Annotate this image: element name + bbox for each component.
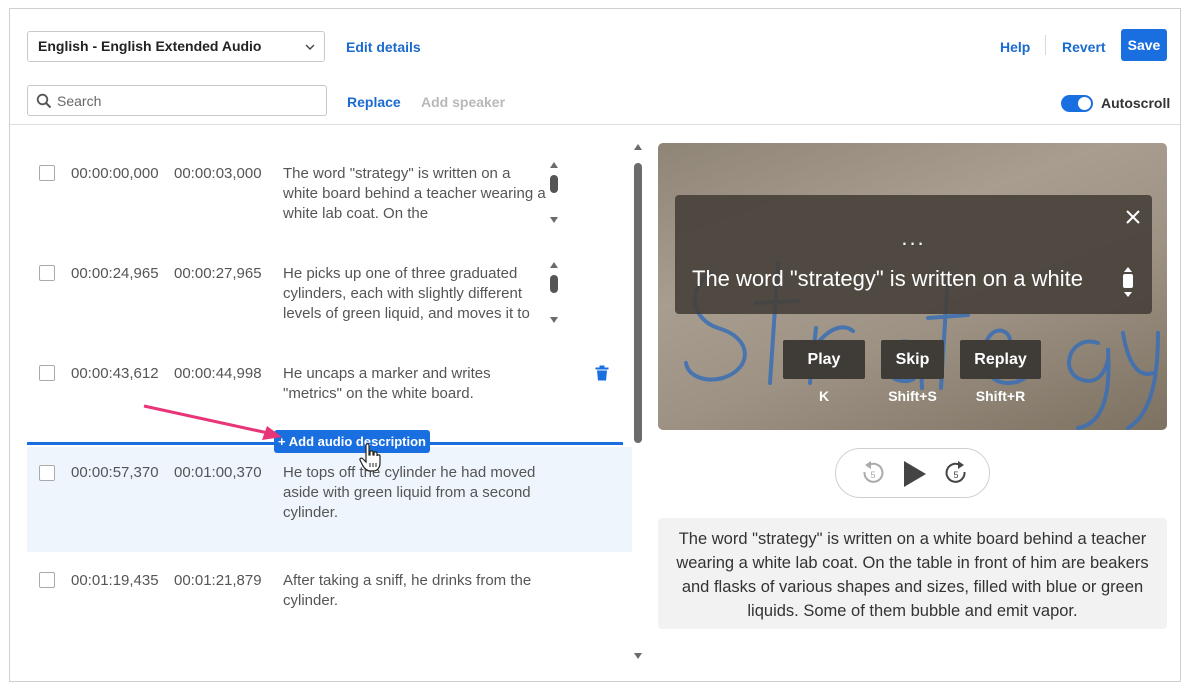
scroll-thumb[interactable]: [550, 275, 558, 293]
search-input[interactable]: Search: [57, 93, 101, 109]
skip-shortcut: Shift+S: [888, 388, 937, 404]
replay-button[interactable]: Replay: [960, 340, 1041, 379]
add-audio-description-button[interactable]: + Add audio description: [274, 430, 430, 453]
hand-cursor-icon: [359, 443, 381, 472]
scroll-up-icon[interactable]: [550, 162, 558, 168]
start-time[interactable]: 00:00:00,000: [71, 165, 159, 182]
end-time[interactable]: 00:00:27,965: [174, 265, 262, 282]
row-scrollbar[interactable]: [548, 162, 560, 223]
scroll-thumb[interactable]: [1123, 274, 1133, 288]
play-button[interactable]: Play: [783, 340, 865, 379]
chevron-down-icon: [305, 44, 315, 50]
play-icon[interactable]: [901, 460, 927, 488]
edit-details-link[interactable]: Edit details: [346, 39, 421, 55]
video-player[interactable]: ... The word "strategy" is written on a …: [658, 143, 1167, 430]
start-time[interactable]: 00:01:19,435: [71, 572, 159, 589]
list-scrollbar[interactable]: [631, 139, 645, 669]
scroll-thumb[interactable]: [550, 175, 558, 193]
row-checkbox[interactable]: [39, 365, 55, 381]
trash-icon[interactable]: [595, 365, 609, 381]
search-icon: [36, 93, 52, 109]
description-text[interactable]: He picks up one of three graduated cylin…: [283, 264, 548, 326]
end-time[interactable]: 00:00:44,998: [174, 365, 262, 382]
overlay-dots: ...: [901, 225, 926, 250]
description-list: 00:00:00,000 00:00:03,000 The word "stra…: [10, 125, 635, 681]
help-link[interactable]: Help: [1000, 39, 1030, 55]
description-text[interactable]: He tops off the cylinder he had moved as…: [283, 463, 548, 523]
rewind-seconds: 5: [870, 470, 875, 480]
start-time[interactable]: 00:00:57,370: [71, 464, 159, 481]
caption-scrollbar[interactable]: [1122, 267, 1134, 297]
add-speaker-link[interactable]: Add speaker: [421, 94, 505, 110]
autoscroll-toggle[interactable]: [1061, 95, 1093, 112]
editor-frame: English - English Extended Audio Edit de…: [9, 8, 1181, 682]
description-text[interactable]: The word "strategy" is written on a whit…: [283, 164, 548, 226]
scroll-down-icon[interactable]: [550, 217, 558, 223]
description-text[interactable]: He uncaps a marker and writes "metrics" …: [283, 364, 548, 404]
scroll-up-icon[interactable]: [550, 262, 558, 268]
toggle-knob: [1078, 97, 1091, 110]
save-button[interactable]: Save: [1121, 29, 1167, 61]
scroll-down-icon[interactable]: [1124, 292, 1132, 297]
scroll-down-icon[interactable]: [550, 317, 558, 323]
playback-controls: 5 5: [835, 448, 990, 498]
scroll-up-icon[interactable]: [1124, 267, 1132, 272]
header-separator: [1045, 35, 1046, 55]
list-item[interactable]: 00:00:43,612 00:00:44,998 He uncaps a ma…: [27, 365, 632, 425]
list-item[interactable]: 00:00:00,000 00:00:03,000 The word "stra…: [27, 162, 632, 235]
language-select-value: English - English Extended Audio: [38, 38, 262, 54]
language-select[interactable]: English - English Extended Audio: [27, 31, 325, 62]
rewind-icon[interactable]: 5: [861, 461, 885, 485]
row-checkbox[interactable]: [39, 265, 55, 281]
caption-overlay: ... The word "strategy" is written on a …: [675, 195, 1152, 314]
replace-link[interactable]: Replace: [347, 94, 401, 110]
forward-icon[interactable]: 5: [944, 461, 968, 485]
skip-button[interactable]: Skip: [881, 340, 944, 379]
autoscroll-label: Autoscroll: [1101, 95, 1171, 111]
revert-link[interactable]: Revert: [1062, 39, 1106, 55]
row-checkbox[interactable]: [39, 465, 55, 481]
scroll-up-icon[interactable]: [634, 144, 642, 150]
list-item[interactable]: 00:01:19,435 00:01:21,879 After taking a…: [27, 572, 632, 622]
end-time[interactable]: 00:01:21,879: [174, 572, 262, 589]
list-item[interactable]: 00:00:57,370 00:01:00,370 He tops off th…: [27, 447, 632, 552]
forward-seconds: 5: [953, 470, 958, 480]
row-checkbox[interactable]: [39, 572, 55, 588]
replay-shortcut: Shift+R: [975, 388, 1026, 404]
row-checkbox[interactable]: [39, 165, 55, 181]
end-time[interactable]: 00:01:00,370: [174, 464, 262, 481]
start-time[interactable]: 00:00:24,965: [71, 265, 159, 282]
play-shortcut: K: [818, 388, 830, 404]
search-box[interactable]: Search: [27, 85, 327, 116]
transcript-preview: The word "strategy" is written on a whit…: [658, 518, 1167, 629]
close-icon[interactable]: [1126, 210, 1140, 224]
start-time[interactable]: 00:00:43,612: [71, 365, 159, 382]
list-item[interactable]: 00:00:24,965 00:00:27,965 He picks up on…: [27, 262, 632, 335]
scroll-thumb[interactable]: [634, 163, 642, 443]
end-time[interactable]: 00:00:03,000: [174, 165, 262, 182]
overlay-caption: The word "strategy" is written on a whit…: [692, 266, 1084, 291]
description-text[interactable]: After taking a sniff, he drinks from the…: [283, 571, 548, 611]
row-scrollbar[interactable]: [548, 262, 560, 323]
annotation-arrow-icon: [143, 404, 282, 440]
scroll-down-icon[interactable]: [634, 653, 642, 659]
